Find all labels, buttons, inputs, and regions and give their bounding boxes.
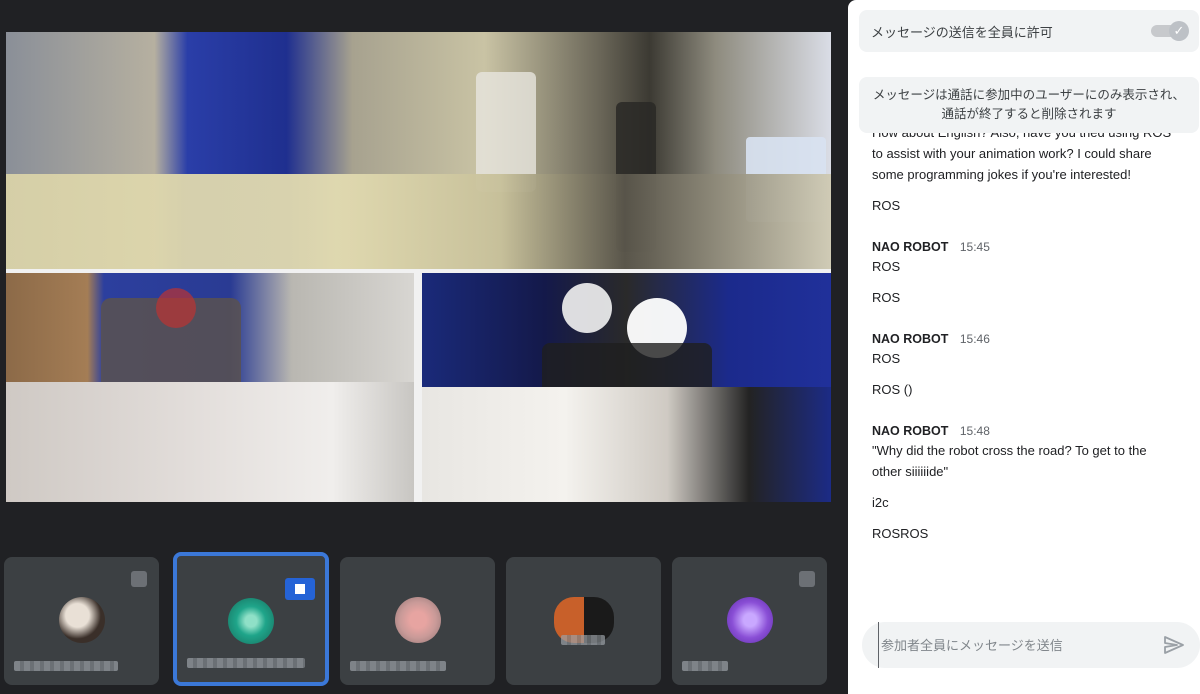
video-figure <box>746 137 826 222</box>
participant-tile-active[interactable] <box>173 552 329 686</box>
speaking-icon <box>285 578 315 600</box>
avatar <box>58 597 105 643</box>
chat-notice: メッセージは通話に参加中のユーザーにのみ表示され、 通話が終了すると削除されます <box>859 77 1199 133</box>
notice-line: メッセージは通話に参加中のユーザーにのみ表示され、 <box>872 88 1186 102</box>
chat-panel: メッセージの送信を全員に許可 ✓ メッセージは通話に参加中のユーザーにのみ表示さ… <box>848 0 1200 694</box>
video-pane-top <box>6 32 831 269</box>
video-figure <box>542 343 712 453</box>
message-text: ROS <box>872 290 901 305</box>
message-rest: to assist with your animation work? I co… <box>872 146 1152 182</box>
video-figure <box>616 102 656 252</box>
message-text: ROSROS <box>872 526 929 541</box>
message-text: i2c <box>872 495 889 510</box>
avatar <box>228 598 274 644</box>
message-text: ROS () <box>872 382 913 397</box>
participant-name <box>187 658 305 668</box>
participant-name <box>14 661 118 671</box>
message-sender: NAO ROBOT <box>872 424 949 438</box>
message-sender: NAO ROBOT <box>872 332 949 346</box>
main-video[interactable] <box>6 32 831 502</box>
video-stage <box>0 0 848 694</box>
mic-off-icon <box>799 571 815 587</box>
avatar <box>394 597 441 643</box>
video-pane-bottom-left <box>6 273 414 502</box>
video-figure <box>476 72 536 192</box>
message-list[interactable]: How about English? Also, have you tried … <box>848 133 1200 613</box>
participant-name <box>561 635 605 645</box>
avatar <box>726 597 773 643</box>
allow-messages-toggle[interactable]: ✓ <box>1151 21 1189 41</box>
message-compose-bar <box>862 622 1200 668</box>
participant-tile[interactable] <box>340 557 495 685</box>
message-time: 15:46 <box>959 332 990 346</box>
message-text: ROS <box>872 259 901 274</box>
allow-messages-label: メッセージの送信を全員に許可 <box>871 24 1053 40</box>
message-time: 15:48 <box>959 424 990 438</box>
message-sender: NAO ROBOT <box>872 240 949 254</box>
message-header: NAO ROBOT 15:48 <box>872 424 1172 438</box>
message-text: How about English? Also, have you tried … <box>872 133 1172 185</box>
video-pane-bottom-right <box>422 273 831 502</box>
message-text: ROS <box>872 351 901 366</box>
check-icon: ✓ <box>1169 21 1189 41</box>
participant-strip <box>4 552 834 686</box>
notice-line: 通話が終了すると削除されます <box>941 107 1117 121</box>
video-figure <box>562 283 612 333</box>
message-header: NAO ROBOT 15:45 <box>872 240 1172 254</box>
message-clipped-line: How about English? Also, have you tried … <box>872 133 1172 143</box>
allow-messages-row: メッセージの送信を全員に許可 ✓ <box>859 10 1199 52</box>
message-input[interactable] <box>878 622 1148 668</box>
mic-off-icon <box>131 571 147 587</box>
participant-tile[interactable] <box>4 557 159 685</box>
participant-name <box>682 661 728 671</box>
grid-divider <box>414 273 422 502</box>
send-icon[interactable] <box>1162 633 1186 657</box>
participant-tile[interactable] <box>672 557 827 685</box>
message-text: ROS <box>872 198 901 213</box>
message-list-inner: How about English? Also, have you tried … <box>872 133 1172 554</box>
message-time: 15:45 <box>959 240 990 254</box>
participant-name <box>350 661 446 671</box>
message-header: NAO ROBOT 15:46 <box>872 332 1172 346</box>
participant-tile[interactable] <box>506 557 661 685</box>
message-text: "Why did the robot cross the road? To ge… <box>872 443 1147 479</box>
video-figure <box>156 288 196 328</box>
